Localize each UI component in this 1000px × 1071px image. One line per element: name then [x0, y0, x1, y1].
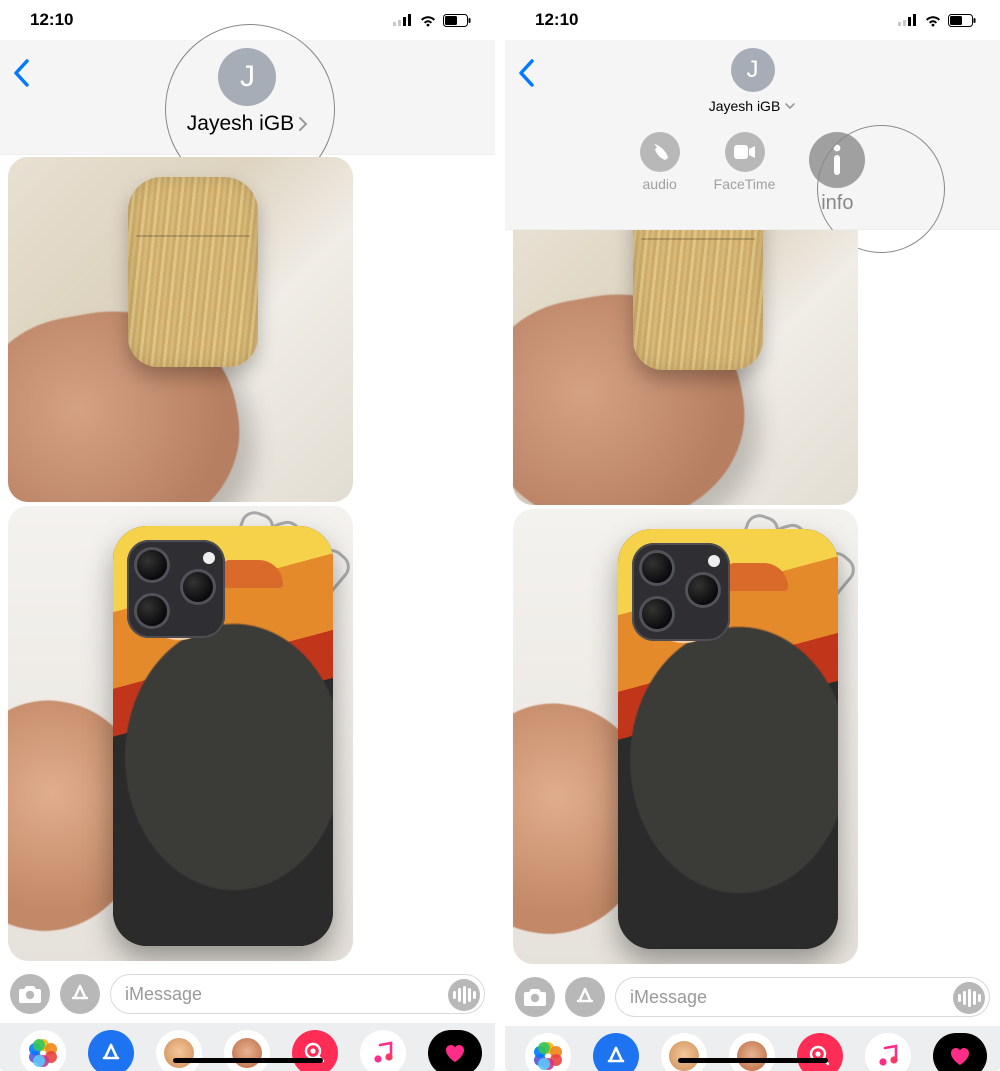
status-bar: 12:10 — [505, 0, 1000, 40]
contact-name: Jayesh iGB — [709, 98, 781, 114]
conversation-header: J Jayesh iGB — [0, 40, 495, 155]
conversation-header-expanded: J Jayesh iGB audio FaceTime in — [505, 40, 1000, 230]
app-music[interactable] — [865, 1033, 911, 1071]
camera-button[interactable] — [515, 977, 555, 1017]
contact-tap-area[interactable]: J Jayesh iGB — [709, 48, 797, 114]
app-sticker[interactable] — [428, 1030, 482, 1071]
contact-actions: audio FaceTime info — [640, 132, 866, 215]
avatar-initial: J — [240, 60, 255, 94]
video-icon — [734, 145, 756, 159]
camera-icon — [523, 987, 547, 1007]
app-images-search[interactable] — [292, 1030, 338, 1071]
phone-left: 12:10 J Jayesh iGB — [0, 0, 495, 1071]
back-button[interactable] — [517, 58, 535, 88]
apps-button[interactable] — [60, 974, 100, 1014]
app-memoji[interactable] — [661, 1033, 707, 1071]
message-placeholder: iMessage — [125, 984, 202, 1005]
chevron-left-icon — [517, 58, 535, 88]
animoji-icon — [232, 1038, 262, 1068]
memoji-icon — [164, 1038, 194, 1068]
phone-icon — [650, 142, 670, 162]
composer-bar: iMessage — [0, 965, 495, 1023]
contact-name: Jayesh iGB — [187, 112, 294, 136]
app-appstore[interactable] — [88, 1030, 134, 1071]
photos-icon — [29, 1039, 57, 1067]
message-image-2[interactable] — [513, 509, 858, 964]
animoji-icon — [737, 1041, 767, 1071]
phone-right: 12:10 J Jayesh iGB aud — [505, 0, 1000, 1071]
message-placeholder: iMessage — [630, 987, 707, 1008]
app-memoji[interactable] — [156, 1030, 202, 1071]
app-images-search[interactable] — [797, 1033, 843, 1071]
music-icon — [877, 1044, 899, 1068]
appstore-a-icon — [574, 986, 596, 1008]
home-indicator[interactable] — [678, 1058, 828, 1063]
chevron-down-icon — [784, 102, 796, 110]
battery-icon — [948, 14, 976, 27]
heart-sticker-icon — [947, 1045, 973, 1067]
avatar-initial: J — [747, 56, 759, 84]
app-photos[interactable] — [20, 1030, 66, 1071]
audio-label: audio — [643, 176, 677, 192]
contact-avatar: J — [731, 48, 775, 92]
app-drawer[interactable] — [0, 1023, 495, 1071]
voice-memo-button[interactable] — [448, 979, 480, 1011]
message-image-2[interactable] — [8, 506, 353, 961]
message-input[interactable]: iMessage — [615, 977, 990, 1017]
app-animoji[interactable] — [729, 1033, 775, 1071]
message-list[interactable] — [0, 155, 495, 965]
composer-bar: iMessage — [505, 968, 1000, 1026]
battery-icon — [443, 14, 471, 27]
contact-name-row: Jayesh iGB — [709, 98, 797, 114]
appstore-a-icon — [69, 983, 91, 1005]
apps-button[interactable] — [565, 977, 605, 1017]
status-indicators — [898, 14, 976, 27]
message-image-1[interactable] — [8, 157, 353, 502]
appstore-icon — [604, 1044, 628, 1068]
audio-call-button[interactable]: audio — [640, 132, 680, 215]
voice-memo-button[interactable] — [953, 982, 985, 1014]
cellular-icon — [898, 14, 918, 26]
eye-search-icon — [807, 1043, 833, 1069]
music-icon — [372, 1041, 394, 1065]
status-time: 12:10 — [535, 10, 578, 30]
app-animoji[interactable] — [224, 1030, 270, 1071]
chevron-right-icon — [298, 116, 308, 132]
app-sticker[interactable] — [933, 1033, 987, 1071]
app-music[interactable] — [360, 1030, 406, 1071]
message-input[interactable]: iMessage — [110, 974, 485, 1014]
facetime-label: FaceTime — [714, 176, 776, 192]
wifi-icon — [924, 14, 942, 27]
back-button[interactable] — [12, 58, 30, 88]
appstore-icon — [99, 1041, 123, 1065]
contact-tap-area[interactable]: J Jayesh iGB — [187, 48, 308, 136]
facetime-button[interactable]: FaceTime — [714, 132, 776, 215]
message-list[interactable] — [505, 228, 1000, 968]
cellular-icon — [393, 14, 413, 26]
chevron-left-icon — [12, 58, 30, 88]
contact-name-row: Jayesh iGB — [187, 112, 308, 136]
contact-avatar: J — [218, 48, 276, 106]
status-indicators — [393, 14, 471, 27]
status-time: 12:10 — [30, 10, 73, 30]
heart-sticker-icon — [442, 1042, 468, 1064]
camera-button[interactable] — [10, 974, 50, 1014]
photos-icon — [534, 1042, 562, 1070]
info-button[interactable]: info — [809, 132, 865, 215]
home-indicator[interactable] — [173, 1058, 323, 1063]
info-label: info — [821, 192, 853, 215]
info-icon — [828, 143, 846, 177]
app-drawer[interactable] — [505, 1026, 1000, 1071]
wifi-icon — [419, 14, 437, 27]
status-bar: 12:10 — [0, 0, 495, 40]
memoji-icon — [669, 1041, 699, 1071]
message-image-1[interactable] — [513, 230, 858, 505]
camera-icon — [18, 984, 42, 1004]
app-photos[interactable] — [525, 1033, 571, 1071]
app-appstore[interactable] — [593, 1033, 639, 1071]
